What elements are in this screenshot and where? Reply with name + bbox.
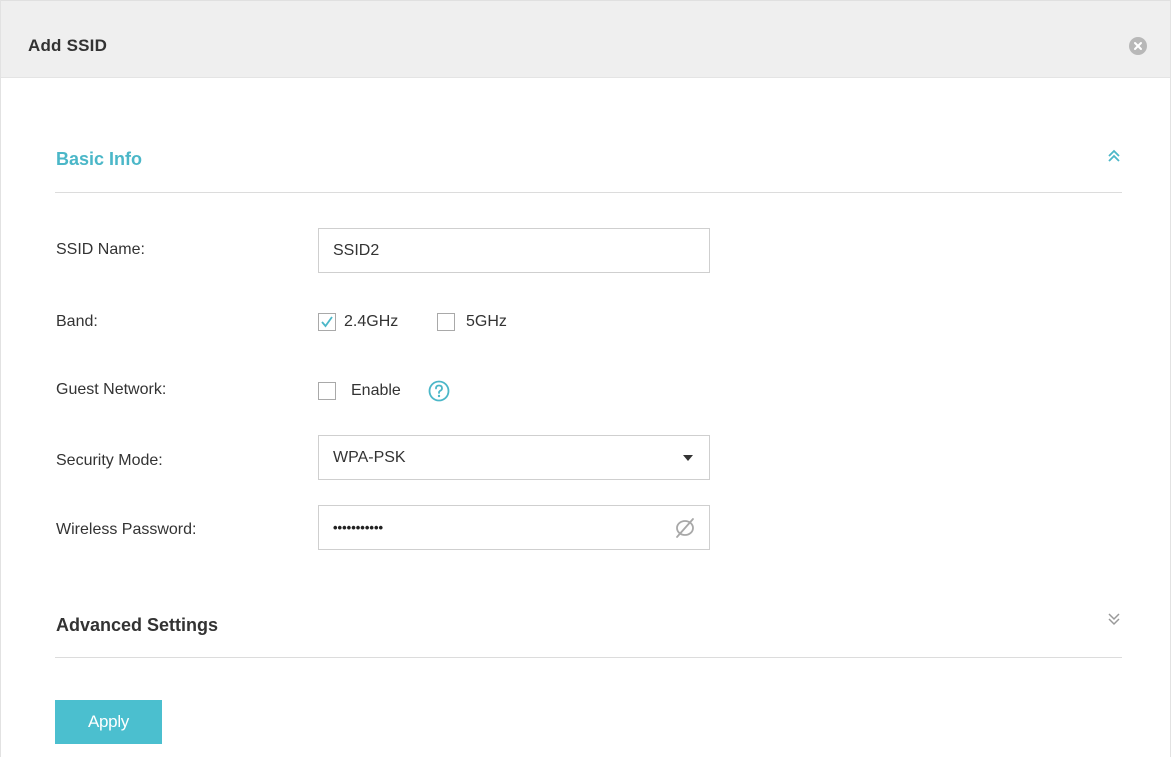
ssid-name-input[interactable]: SSID2 xyxy=(318,228,710,273)
band-2-4ghz-checkbox[interactable] xyxy=(318,313,336,331)
band-5ghz-checkbox[interactable] xyxy=(437,313,455,331)
double-chevron-down-icon[interactable] xyxy=(1106,611,1122,627)
guest-network-label: Guest Network: xyxy=(56,381,167,398)
guest-network-enable-checkbox[interactable] xyxy=(318,382,336,400)
apply-button[interactable]: Apply xyxy=(55,700,162,744)
caret-down-icon xyxy=(683,455,693,461)
checkmark-icon xyxy=(321,316,333,328)
close-icon[interactable] xyxy=(1129,37,1147,55)
question-circle-icon[interactable] xyxy=(428,380,450,402)
band-label: Band: xyxy=(56,313,98,330)
wireless-password-label: Wireless Password: xyxy=(56,521,197,538)
advanced-settings-section-header[interactable]: Advanced Settings xyxy=(55,605,1122,658)
security-mode-select[interactable]: WPA-PSK xyxy=(318,435,710,480)
eye-slash-icon[interactable] xyxy=(673,516,697,540)
security-mode-label: Security Mode: xyxy=(56,452,163,469)
basic-info-section-header[interactable]: Basic Info xyxy=(55,141,1122,193)
wireless-password-input[interactable]: ••••••••••• xyxy=(318,505,710,550)
dialog-header: Add SSID xyxy=(1,0,1170,78)
advanced-settings-title: Advanced Settings xyxy=(56,615,219,635)
dialog-title: Add SSID xyxy=(28,36,108,55)
guest-network-enable-label: Enable xyxy=(351,382,401,399)
ssid-name-value: SSID2 xyxy=(333,242,380,259)
double-chevron-up-icon[interactable] xyxy=(1106,148,1122,164)
band-2-4ghz-label: 2.4GHz xyxy=(344,313,399,330)
ssid-name-label: SSID Name: xyxy=(56,241,145,258)
band-5ghz-label: 5GHz xyxy=(466,313,507,330)
security-mode-value: WPA-PSK xyxy=(333,449,406,466)
password-masked-value: ••••••••••• xyxy=(333,520,384,535)
add-ssid-dialog: Add SSID Basic Info SSID Name: SSID2 Ban… xyxy=(0,0,1171,757)
basic-info-title: Basic Info xyxy=(56,149,143,169)
